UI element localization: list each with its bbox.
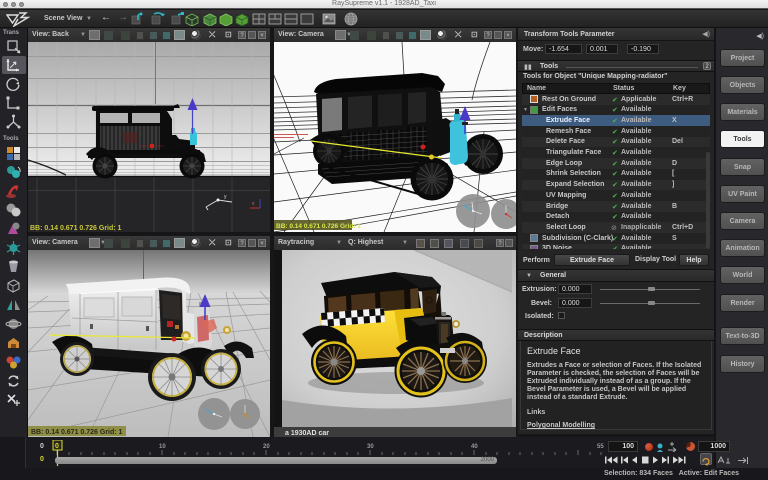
svg-text:BB: 0.14 0.671 0.726 Grid: 1: BB: 0.14 0.671 0.726 Grid: 1 bbox=[276, 223, 361, 230]
svg-text:20: 20 bbox=[263, 444, 270, 450]
svg-text:BB: 0.14 0.671 0.726 Grid: 1: BB: 0.14 0.671 0.726 Grid: 1 bbox=[31, 429, 123, 436]
svg-text:0: 0 bbox=[55, 443, 59, 450]
svg-text:55: 55 bbox=[597, 444, 604, 450]
svg-text:40: 40 bbox=[471, 444, 478, 450]
svg-text:10: 10 bbox=[159, 444, 166, 450]
svg-text:30: 30 bbox=[367, 444, 374, 450]
svg-text:a 1930AD car: a 1930AD car bbox=[285, 430, 329, 437]
svg-text:BB: 0.14 0.671 0.726 Grid: 1: BB: 0.14 0.671 0.726 Grid: 1 bbox=[30, 225, 122, 232]
